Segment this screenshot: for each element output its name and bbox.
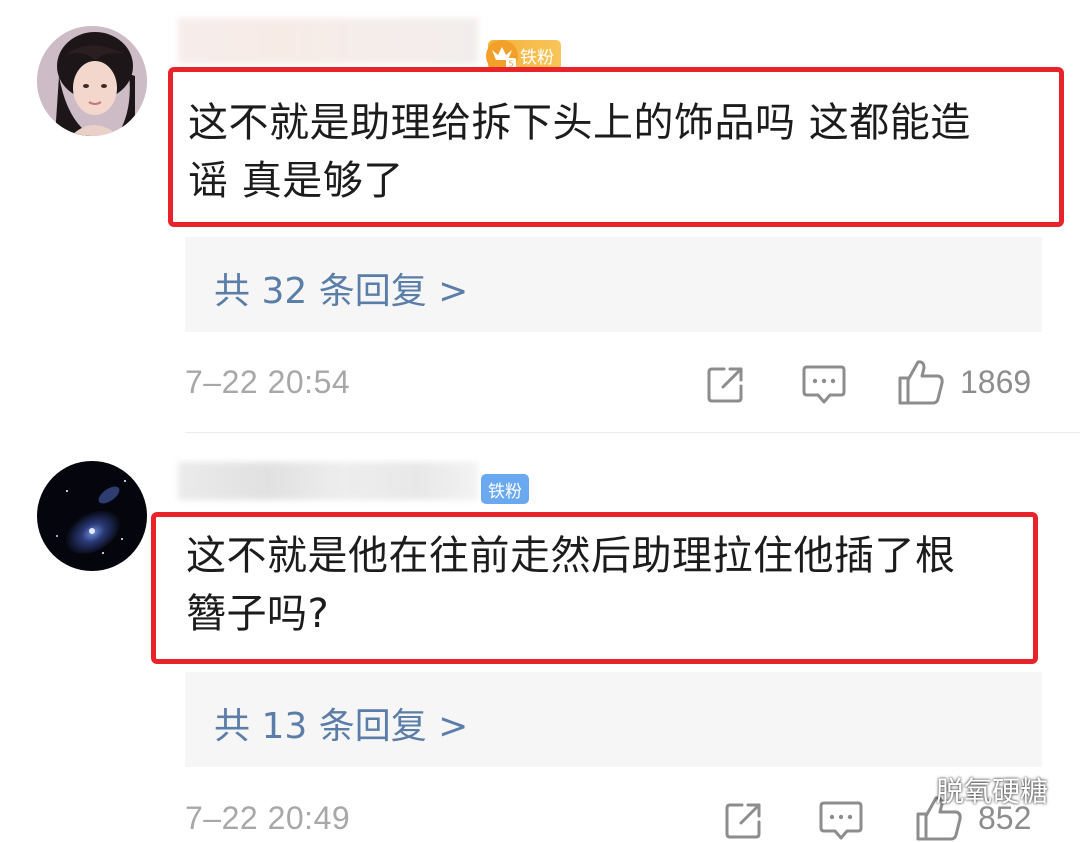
comment-icon[interactable] bbox=[818, 798, 864, 842]
timestamp-2: 7–22 20:49 bbox=[185, 800, 351, 836]
wechat-icon bbox=[892, 774, 930, 804]
comment-2: 铁粉 这不就是他在往前走然后助理拉住他插了根 簪子吗? 共 13 条回复 > 7… bbox=[0, 0, 1080, 841]
fan-badge-2: 铁粉 bbox=[481, 474, 529, 504]
view-replies-link-2[interactable]: 共 13 条回复 > bbox=[214, 697, 468, 749]
share-icon[interactable] bbox=[722, 798, 766, 842]
watermark: 脱氧硬糖 bbox=[892, 770, 1048, 810]
comment-text-line: 簪子吗? bbox=[186, 591, 330, 637]
user-avatar-2[interactable] bbox=[37, 461, 147, 571]
watermark-label: 脱氧硬糖 bbox=[936, 775, 1049, 808]
comment-text-line: 这不就是他在往前走然后助理拉住他插了根 bbox=[186, 533, 956, 579]
fan-badge-label: 铁粉 bbox=[488, 481, 522, 502]
avatar-galaxy-image bbox=[37, 461, 147, 571]
username-redacted-2[interactable] bbox=[178, 462, 478, 500]
comment-text-2: 这不就是他在往前走然后助理拉住他插了根 簪子吗? bbox=[186, 527, 1036, 643]
